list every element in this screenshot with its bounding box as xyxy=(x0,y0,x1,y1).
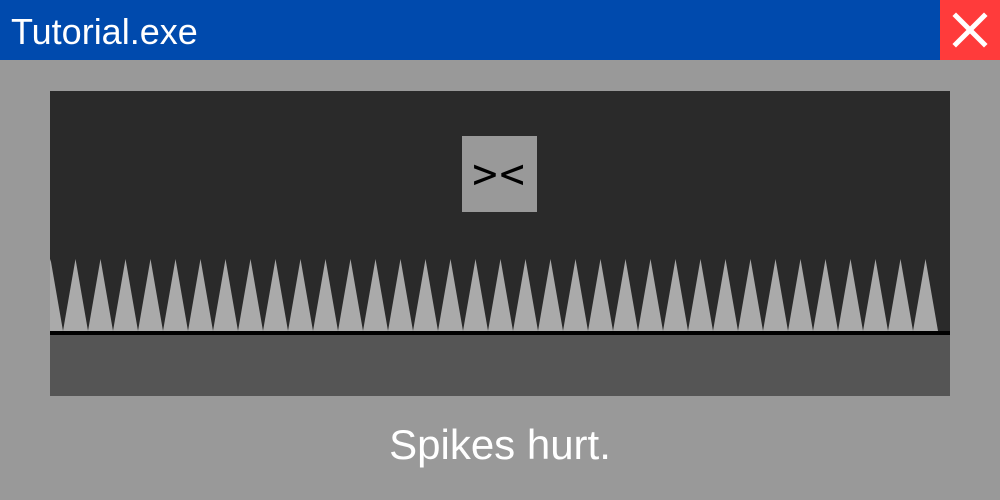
spike xyxy=(813,259,838,331)
tutorial-window: Tutorial.exe >< Spikes hurt. xyxy=(0,0,1000,500)
spike-row xyxy=(50,259,938,331)
spike xyxy=(88,259,113,331)
spike xyxy=(63,259,88,331)
spike xyxy=(313,259,338,331)
spike xyxy=(538,259,563,331)
spike xyxy=(563,259,588,331)
close-button[interactable] xyxy=(940,0,1000,60)
spike xyxy=(638,259,663,331)
window-title: Tutorial.exe xyxy=(11,11,198,52)
spike xyxy=(438,259,463,331)
spike xyxy=(288,259,313,331)
spike xyxy=(713,259,738,331)
close-icon xyxy=(952,12,988,48)
spike xyxy=(113,259,138,331)
spike xyxy=(613,259,638,331)
spike xyxy=(163,259,188,331)
spike xyxy=(838,259,863,331)
spike xyxy=(138,259,163,331)
spike xyxy=(588,259,613,331)
spike xyxy=(388,259,413,331)
spike xyxy=(688,259,713,331)
spike xyxy=(888,259,913,331)
spike xyxy=(213,259,238,331)
spike xyxy=(513,259,538,331)
player-character: >< xyxy=(462,136,537,212)
spike xyxy=(463,259,488,331)
spike xyxy=(238,259,263,331)
tutorial-caption: Spikes hurt. xyxy=(389,421,611,468)
title-bar: Tutorial.exe xyxy=(0,0,1000,60)
player-face: >< xyxy=(472,149,527,198)
spike xyxy=(738,259,763,331)
spike xyxy=(363,259,388,331)
spike xyxy=(263,259,288,331)
spike xyxy=(788,259,813,331)
spike xyxy=(763,259,788,331)
spike xyxy=(913,259,938,331)
game-viewport: >< xyxy=(50,91,950,396)
ground-floor xyxy=(50,335,950,396)
spike xyxy=(663,259,688,331)
spike xyxy=(188,259,213,331)
spike xyxy=(338,259,363,331)
spike xyxy=(488,259,513,331)
spike xyxy=(863,259,888,331)
spike xyxy=(413,259,438,331)
spike xyxy=(50,259,63,331)
